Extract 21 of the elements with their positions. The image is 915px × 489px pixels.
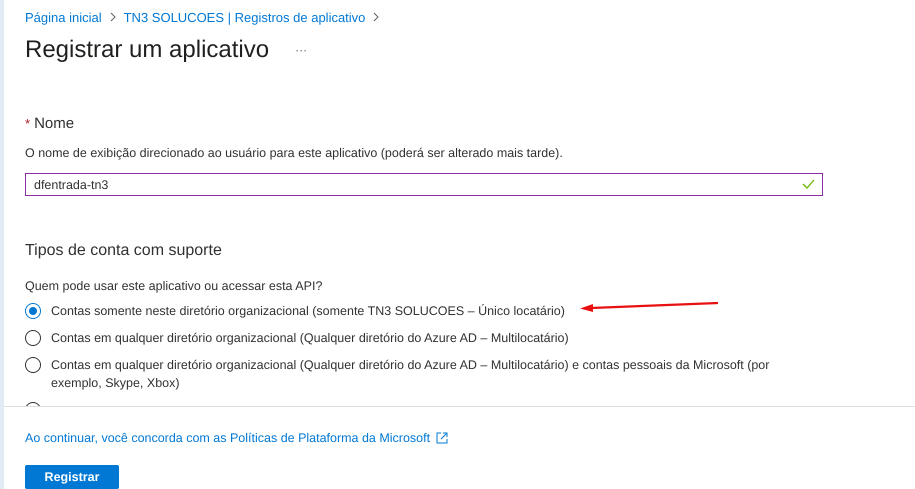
field-description: O nome de exibição direcionado ao usuário para este aplicativo (poderá ser alterado mais tarde). <box>25 146 564 160</box>
register-button[interactable]: Registrar <box>25 465 119 489</box>
more-button[interactable]: ··· <box>291 43 312 57</box>
required-mark: * <box>25 116 30 131</box>
question-text: Quem pode usar este aplicativo ou acessar esta API? <box>25 279 324 293</box>
radio-button[interactable] <box>25 303 41 319</box>
breadcrumb-link[interactable]: TN3 SOLUCOES | Registros de aplicativo <box>124 10 366 24</box>
radio-button[interactable] <box>25 330 41 346</box>
option-label: Contas somente neste diretório organizacional (somente TN3 SOLUCOES – Único locatário) <box>51 303 565 320</box>
breadcrumb-link[interactable]: Página inicial <box>25 10 102 24</box>
field-label: Nome <box>34 115 74 132</box>
chevron-icon <box>373 12 380 22</box>
policy-link[interactable]: Ao continuar, você concorda com as Políticas de Plataforma da Microsoft <box>25 431 448 445</box>
radio-button[interactable] <box>25 357 41 373</box>
external-link-icon <box>436 432 448 444</box>
chevron-icon <box>110 12 116 22</box>
option-label: Contas em qualquer diretório organizacional (Qualquer diretório do Azure AD – Multilocatário) e contas pessoais da Microsoft (por exemplo, Skype, Xbox) <box>51 357 770 392</box>
name-field[interactable]: dfentrada-tn3 <box>25 173 823 196</box>
section-heading: Tipos de conta com suporte <box>25 242 223 260</box>
page-title: Registrar um aplicativo <box>25 36 270 64</box>
option-label: Contas em qualquer diretório organizacional (Qualquer diretório do Azure AD – Multilocatário) <box>51 330 569 347</box>
